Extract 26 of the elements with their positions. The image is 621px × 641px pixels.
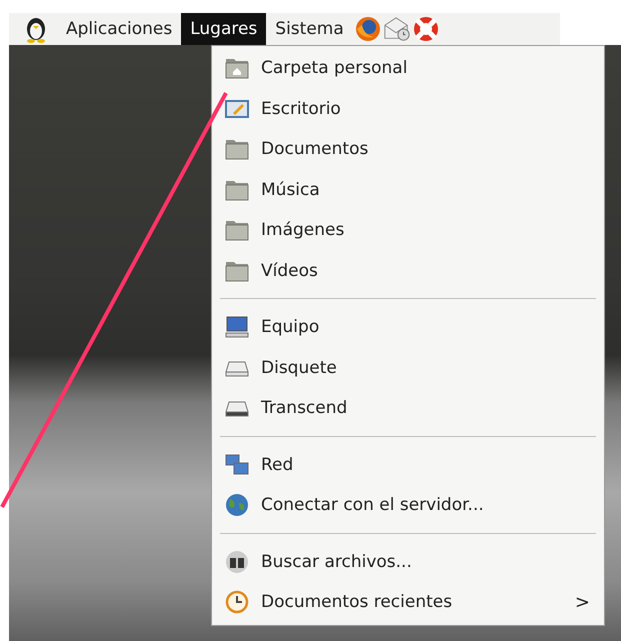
menu-item[interactable]: Carpeta personal [212, 48, 604, 88]
menu-item[interactable]: Escritorio [212, 88, 604, 129]
menu-item[interactable]: Imágenes [212, 210, 604, 250]
menu-item[interactable]: Documentos [212, 129, 604, 170]
menu-item[interactable]: Equipo [212, 307, 604, 348]
menu-item[interactable]: Transcend [212, 388, 604, 428]
menu-item[interactable]: Música [212, 170, 604, 210]
lifebuoy-icon[interactable] [412, 15, 440, 43]
home-folder-icon [225, 56, 249, 80]
network-icon [225, 452, 249, 477]
browser-icon[interactable] [354, 15, 382, 43]
panel-menu[interactable]: Lugares [181, 13, 266, 45]
menu-item[interactable]: Documentos recientes > [212, 582, 604, 622]
panel-menu[interactable]: Sistema [266, 13, 353, 45]
globe-icon [225, 493, 249, 518]
folder-icon [225, 218, 249, 242]
computer-icon [225, 315, 249, 340]
menu-item[interactable]: Conectar con el servidor... [212, 485, 604, 526]
menu-item[interactable]: Vídeos [212, 250, 604, 291]
folder-icon [225, 137, 249, 162]
menu-item[interactable]: Buscar archivos... [212, 542, 604, 582]
clock-icon [225, 590, 249, 614]
mail-clock-icon[interactable] [382, 15, 411, 43]
menu-item[interactable]: Disquete [212, 348, 604, 388]
menu-item[interactable]: Red [212, 444, 604, 485]
panel-menu[interactable]: Aplicaciones [57, 13, 182, 45]
